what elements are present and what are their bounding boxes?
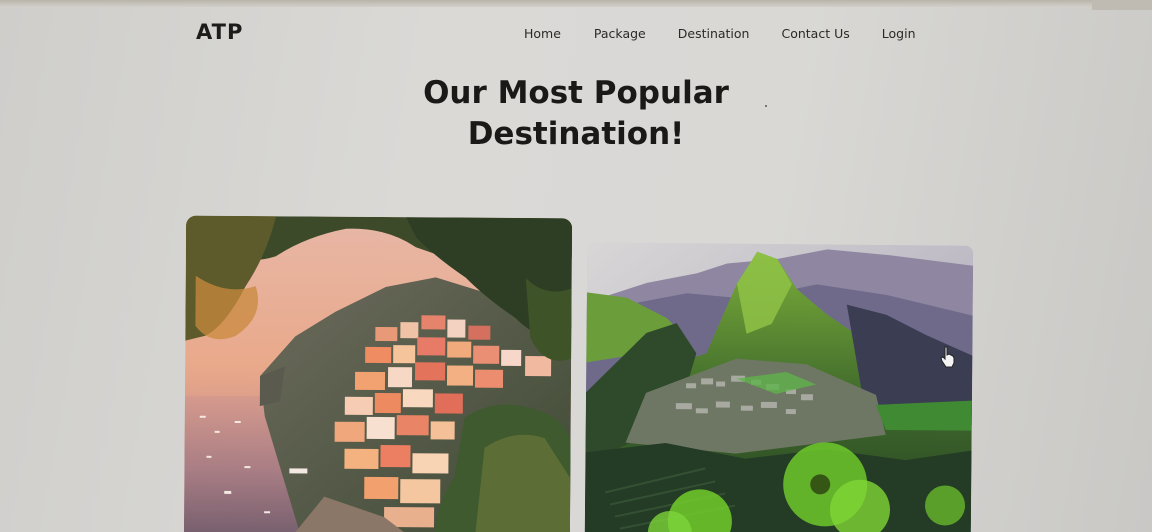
nav-contact-link[interactable]: Contact Us <box>781 26 849 41</box>
navbar: ATP Home Package Destination Contact Us … <box>0 8 1152 60</box>
section-title: Our Most Popular Destination! <box>376 73 776 155</box>
nav-destination-link[interactable]: Destination <box>678 26 750 41</box>
brand-logo[interactable]: ATP <box>196 20 243 44</box>
section-title-line1: Our Most Popular <box>423 75 729 111</box>
nav-home-link[interactable]: Home <box>524 26 561 41</box>
coastal-cliff-village-photo <box>183 215 573 532</box>
hand-cursor-icon <box>940 346 955 368</box>
mountain-ruins-photo <box>584 242 974 532</box>
destination-card-coastal[interactable] <box>183 215 573 532</box>
destination-card-mountain[interactable] <box>584 242 974 532</box>
nav-login-link[interactable]: Login <box>882 26 916 41</box>
browser-top-edge <box>0 0 1152 7</box>
section-title-line2: Destination! <box>467 116 685 152</box>
nav-package-link[interactable]: Package <box>594 26 646 41</box>
browser-screen: ATP Home Package Destination Contact Us … <box>0 0 1152 532</box>
nav-links: Home Package Destination Contact Us Logi… <box>524 26 916 41</box>
